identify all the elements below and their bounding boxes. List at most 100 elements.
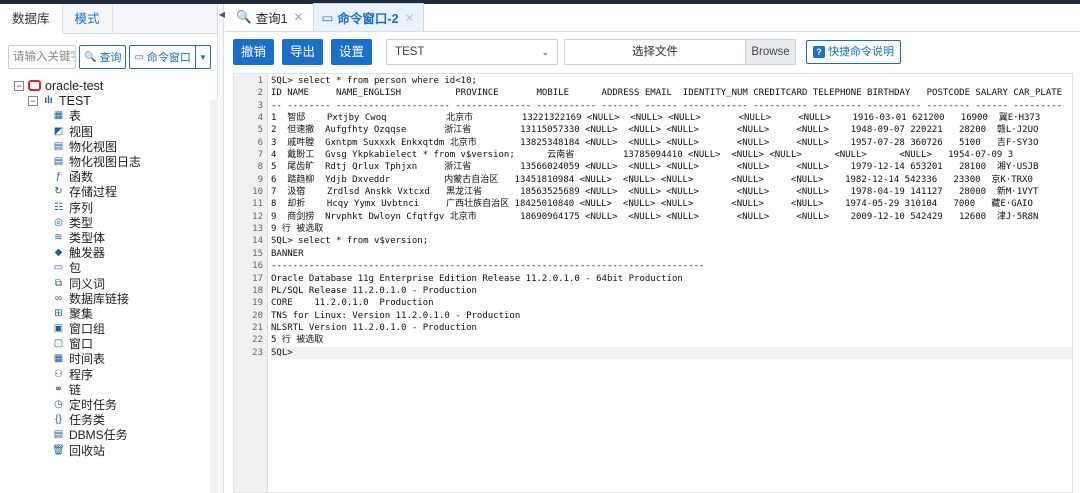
tree-item[interactable]: ≋ 类型体	[0, 230, 217, 245]
tree-node-schema-label: TEST	[59, 93, 91, 108]
collapse-toggle-icon[interactable]: −	[14, 80, 24, 91]
materialized-view-log-icon: ▤	[53, 156, 64, 168]
code-line: 1 智邸 Pxtjby Cwoq 北京市 13221322169 <NULL> …	[271, 113, 1041, 124]
tree-item[interactable]: ⚭ 链	[0, 382, 217, 397]
code-area[interactable]: SQL> select * from person where id<10; ID…	[268, 74, 1072, 492]
close-icon[interactable]: ✕	[294, 10, 304, 24]
line-number: 16	[252, 261, 263, 272]
schema-icon: ılı	[44, 95, 53, 107]
code-line: 2 但速撤 Aufgfhty Ozqqse 浙江省 13115057330 <N…	[271, 125, 1039, 136]
file-input[interactable]: 选择文件 Browse	[564, 39, 797, 65]
export-button[interactable]: 导出	[282, 39, 324, 65]
tab-database[interactable]: 数据库	[0, 4, 63, 34]
code-line: 8 却折 Hcqy Yymx Uvbtnci 广西壮族自治区 184250108…	[271, 199, 1033, 210]
settings-button[interactable]: 设置	[331, 39, 373, 65]
line-number: 3	[257, 100, 263, 111]
tree-item[interactable]: ƒ 函数	[0, 169, 217, 184]
editor-tabs: 🔍 查询1 ✕ ▭ 命令窗口-2 ✕	[225, 3, 1080, 32]
tree-item[interactable]: ▤ DBMS任务	[0, 427, 217, 442]
code-line: SQL> select * from person where id<10;	[271, 76, 477, 86]
shortcut-help-button[interactable]: ? 快捷命令说明	[806, 40, 902, 64]
chevron-down-icon: ⌄	[541, 46, 550, 57]
line-number: 2	[257, 88, 263, 99]
tree-item[interactable]: ⧉ 同义词	[0, 275, 217, 291]
line-number-gutter: 1 2 3 4 5 6 7 8 9 10 11 12 13 14 15 16 17 18 19 20 21 22 23	[234, 74, 268, 492]
line-number: 19	[252, 298, 263, 309]
line-number: 6	[257, 137, 263, 148]
dblink-icon: ∞	[54, 292, 63, 304]
scheduled-task-icon: ◷	[54, 399, 63, 411]
line-number: 14	[252, 236, 263, 247]
tree-item[interactable]: ☷ 序列	[0, 200, 217, 215]
search-input[interactable]: 请输入关键字	[8, 45, 76, 69]
code-line: 9 商剑捞 Nrvphkt Dwloyn Cfqtfgv 北京市 1869096…	[271, 211, 1039, 222]
tree-item[interactable]: ⚇ 程序	[0, 367, 217, 382]
tab-command-window-2-label: 命令窗口-2	[337, 12, 399, 26]
task-class-icon: {}	[55, 414, 62, 426]
connection-select[interactable]: TEST ⌄	[386, 39, 559, 65]
code-line: TNS for Linux: Version 11.2.0.1.0 - Prod…	[271, 310, 521, 321]
left-scrollbar[interactable]	[210, 100, 218, 493]
query-button[interactable]: 🔍 查询	[79, 45, 127, 69]
tree-item[interactable]: ◎ 类型	[0, 215, 217, 230]
search-icon: 🔍	[84, 51, 97, 63]
panel-splitter[interactable]: ◀	[219, 4, 225, 493]
dbms-job-icon: ▤	[53, 429, 64, 441]
tree-item-label: 回收站	[69, 443, 106, 458]
tree-item[interactable]: ▭ 包	[0, 260, 217, 275]
line-number: 12	[252, 211, 263, 222]
type-icon: ◎	[54, 216, 63, 228]
command-window-button[interactable]: ▭ 命令窗口	[129, 45, 196, 69]
line-number: 17	[252, 273, 263, 284]
tree-item[interactable]: {} 任务类	[0, 412, 217, 427]
tree-item[interactable]: ▣ 窗口组	[0, 321, 217, 336]
function-icon: ƒ	[55, 171, 62, 183]
line-number: 5	[257, 125, 263, 136]
tree-item[interactable]: ◆ 触发器	[0, 245, 217, 260]
view-icon: ◩	[53, 125, 64, 137]
tree-item[interactable]: ▢ 窗口	[0, 336, 217, 351]
tree-item[interactable]: ▦ 表	[0, 108, 217, 123]
toolbar: 撤销 导出 设置 TEST ⌄ 选择文件 Browse ? 快捷命令说明	[225, 32, 1080, 72]
package-icon: ▭	[53, 262, 64, 274]
line-number: 22	[252, 335, 263, 346]
tab-query-1[interactable]: 🔍 查询1 ✕	[227, 3, 313, 31]
procedure-icon: ↻	[54, 186, 63, 198]
tree-item[interactable]: ◷ 定时任务	[0, 397, 217, 412]
tree-item[interactable]: ↻ 存储过程	[0, 184, 217, 199]
line-number: 21	[252, 322, 263, 333]
tree-item[interactable]: ▤ 物化视图	[0, 139, 217, 154]
schedule-icon: ▦	[53, 353, 64, 365]
program-icon: ⚇	[54, 368, 63, 380]
tree-item[interactable]: 🗑 回收站	[0, 443, 217, 458]
window-group-icon: ▣	[53, 323, 64, 335]
tree-item[interactable]: ▤ 物化视图日志	[0, 154, 217, 169]
close-icon[interactable]: ✕	[405, 11, 415, 25]
code-line: ----------------------------------------…	[271, 261, 705, 272]
code-line: SQL> select * from v$version;	[271, 236, 429, 247]
line-number: 8	[257, 162, 263, 173]
query-button-label: 查询	[99, 52, 122, 64]
connection-select-value: TEST	[395, 46, 425, 58]
code-line: 4 戴盼工 Gvsg Ykpkabielect * from v$version…	[271, 150, 1014, 161]
code-line: PL/SQL Release 11.2.0.1.0 - Production	[271, 285, 477, 296]
code-line: SQL>	[271, 346, 1072, 359]
left-panel: 数据库 模式 请输入关键字 🔍 查询 ▭ 命令窗口 ▼ − oracle-tes…	[0, 4, 218, 493]
browse-button[interactable]: Browse	[745, 40, 796, 64]
tree-item[interactable]: ◩ 视图	[0, 124, 217, 139]
tree-item[interactable]: ▦ 时间表	[0, 351, 217, 366]
chevron-down-icon[interactable]: ▼	[194, 45, 211, 69]
tab-command-window-2[interactable]: ▭ 命令窗口-2 ✕	[312, 3, 424, 31]
code-line: BANNER	[271, 248, 304, 259]
terminal-icon: ▭	[321, 11, 334, 25]
tree-item[interactable]: ⊞ 聚集	[0, 306, 217, 321]
command-editor[interactable]: 1 2 3 4 5 6 7 8 9 10 11 12 13 14 15 16 17 18 19 20 21 22 23 SQ…	[233, 73, 1073, 493]
tree-node-connection[interactable]: − oracle-test	[0, 78, 217, 93]
shortcut-help-label: 快捷命令说明	[828, 46, 895, 58]
code-line: 6 踏趋柳 Ydjb Dxveddr 内蒙古自治区 13451810984 <N…	[271, 174, 1033, 185]
undo-button[interactable]: 撤销	[233, 39, 275, 65]
tab-schema[interactable]: 模式	[62, 4, 113, 33]
collapse-toggle-icon[interactable]: −	[28, 95, 38, 106]
tree-node-schema[interactable]: − ılı TEST	[0, 93, 217, 108]
tree-item[interactable]: ∞ 数据库链接	[0, 291, 217, 306]
